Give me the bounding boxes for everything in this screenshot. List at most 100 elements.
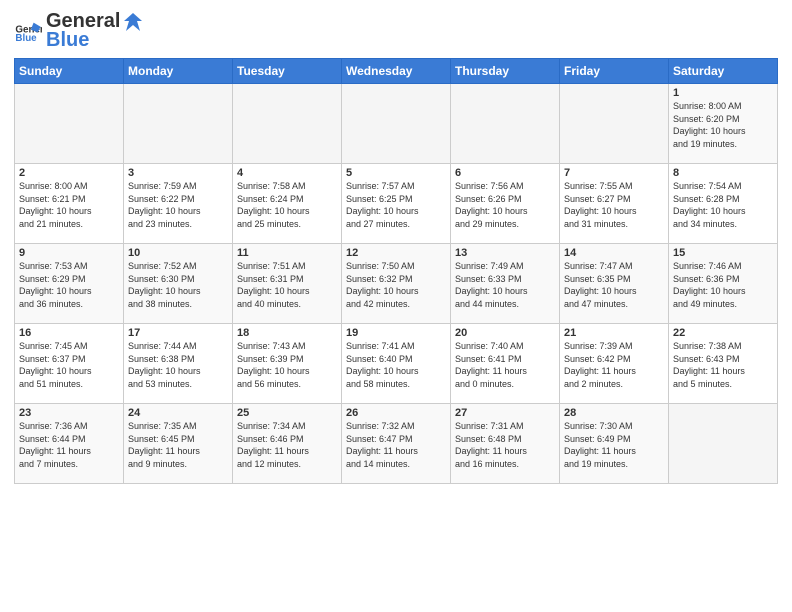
calendar-week-0: 1Sunrise: 8:00 AM Sunset: 6:20 PM Daylig…: [15, 84, 778, 164]
calendar-cell: 17Sunrise: 7:44 AM Sunset: 6:38 PM Dayli…: [124, 324, 233, 404]
day-info: Sunrise: 7:45 AM Sunset: 6:37 PM Dayligh…: [19, 340, 119, 390]
day-number: 27: [455, 407, 555, 419]
logo-text-block: General Blue: [46, 10, 146, 52]
day-number: 28: [564, 407, 664, 419]
calendar-cell: [233, 84, 342, 164]
day-number: 5: [346, 167, 446, 179]
day-number: 11: [237, 247, 337, 259]
calendar-cell: 19Sunrise: 7:41 AM Sunset: 6:40 PM Dayli…: [342, 324, 451, 404]
day-info: Sunrise: 7:35 AM Sunset: 6:45 PM Dayligh…: [128, 420, 228, 470]
calendar-cell: 11Sunrise: 7:51 AM Sunset: 6:31 PM Dayli…: [233, 244, 342, 324]
day-number: 24: [128, 407, 228, 419]
day-number: 4: [237, 167, 337, 179]
logo-icon: General Blue: [14, 17, 42, 45]
calendar-week-4: 23Sunrise: 7:36 AM Sunset: 6:44 PM Dayli…: [15, 404, 778, 484]
day-number: 3: [128, 167, 228, 179]
day-info: Sunrise: 7:49 AM Sunset: 6:33 PM Dayligh…: [455, 260, 555, 310]
day-info: Sunrise: 7:46 AM Sunset: 6:36 PM Dayligh…: [673, 260, 773, 310]
calendar-cell: 20Sunrise: 7:40 AM Sunset: 6:41 PM Dayli…: [451, 324, 560, 404]
day-number: 14: [564, 247, 664, 259]
calendar-cell: 10Sunrise: 7:52 AM Sunset: 6:30 PM Dayli…: [124, 244, 233, 324]
logo: General Blue General Blue: [14, 10, 146, 52]
day-info: Sunrise: 7:59 AM Sunset: 6:22 PM Dayligh…: [128, 180, 228, 230]
day-info: Sunrise: 7:38 AM Sunset: 6:43 PM Dayligh…: [673, 340, 773, 390]
logo-bird-icon: [122, 11, 144, 33]
day-info: Sunrise: 7:56 AM Sunset: 6:26 PM Dayligh…: [455, 180, 555, 230]
calendar-cell: 5Sunrise: 7:57 AM Sunset: 6:25 PM Daylig…: [342, 164, 451, 244]
day-info: Sunrise: 7:53 AM Sunset: 6:29 PM Dayligh…: [19, 260, 119, 310]
day-info: Sunrise: 8:00 AM Sunset: 6:21 PM Dayligh…: [19, 180, 119, 230]
calendar-cell: [15, 84, 124, 164]
calendar-cell: 18Sunrise: 7:43 AM Sunset: 6:39 PM Dayli…: [233, 324, 342, 404]
day-info: Sunrise: 7:40 AM Sunset: 6:41 PM Dayligh…: [455, 340, 555, 390]
day-info: Sunrise: 7:51 AM Sunset: 6:31 PM Dayligh…: [237, 260, 337, 310]
calendar-cell: 27Sunrise: 7:31 AM Sunset: 6:48 PM Dayli…: [451, 404, 560, 484]
header: General Blue General Blue: [14, 10, 778, 52]
calendar-cell: 14Sunrise: 7:47 AM Sunset: 6:35 PM Dayli…: [560, 244, 669, 324]
calendar-cell: 8Sunrise: 7:54 AM Sunset: 6:28 PM Daylig…: [669, 164, 778, 244]
calendar-cell: [669, 404, 778, 484]
day-number: 9: [19, 247, 119, 259]
day-header-sunday: Sunday: [15, 59, 124, 84]
day-number: 26: [346, 407, 446, 419]
day-info: Sunrise: 7:32 AM Sunset: 6:47 PM Dayligh…: [346, 420, 446, 470]
day-number: 21: [564, 327, 664, 339]
day-number: 13: [455, 247, 555, 259]
calendar-cell: 13Sunrise: 7:49 AM Sunset: 6:33 PM Dayli…: [451, 244, 560, 324]
day-header-tuesday: Tuesday: [233, 59, 342, 84]
day-number: 12: [346, 247, 446, 259]
day-info: Sunrise: 7:41 AM Sunset: 6:40 PM Dayligh…: [346, 340, 446, 390]
calendar-week-2: 9Sunrise: 7:53 AM Sunset: 6:29 PM Daylig…: [15, 244, 778, 324]
day-info: Sunrise: 7:50 AM Sunset: 6:32 PM Dayligh…: [346, 260, 446, 310]
calendar-cell: 3Sunrise: 7:59 AM Sunset: 6:22 PM Daylig…: [124, 164, 233, 244]
day-info: Sunrise: 7:30 AM Sunset: 6:49 PM Dayligh…: [564, 420, 664, 470]
calendar-cell: 7Sunrise: 7:55 AM Sunset: 6:27 PM Daylig…: [560, 164, 669, 244]
day-info: Sunrise: 7:57 AM Sunset: 6:25 PM Dayligh…: [346, 180, 446, 230]
day-info: Sunrise: 7:43 AM Sunset: 6:39 PM Dayligh…: [237, 340, 337, 390]
day-info: Sunrise: 7:55 AM Sunset: 6:27 PM Dayligh…: [564, 180, 664, 230]
calendar-cell: 4Sunrise: 7:58 AM Sunset: 6:24 PM Daylig…: [233, 164, 342, 244]
calendar-cell: [560, 84, 669, 164]
calendar-cell: 23Sunrise: 7:36 AM Sunset: 6:44 PM Dayli…: [15, 404, 124, 484]
main-container: General Blue General Blue SundayMonda: [0, 0, 792, 490]
calendar-cell: 1Sunrise: 8:00 AM Sunset: 6:20 PM Daylig…: [669, 84, 778, 164]
day-info: Sunrise: 8:00 AM Sunset: 6:20 PM Dayligh…: [673, 100, 773, 150]
calendar-cell: 16Sunrise: 7:45 AM Sunset: 6:37 PM Dayli…: [15, 324, 124, 404]
day-info: Sunrise: 7:39 AM Sunset: 6:42 PM Dayligh…: [564, 340, 664, 390]
day-header-monday: Monday: [124, 59, 233, 84]
day-number: 20: [455, 327, 555, 339]
day-info: Sunrise: 7:47 AM Sunset: 6:35 PM Dayligh…: [564, 260, 664, 310]
calendar-cell: [451, 84, 560, 164]
calendar-cell: 25Sunrise: 7:34 AM Sunset: 6:46 PM Dayli…: [233, 404, 342, 484]
day-number: 15: [673, 247, 773, 259]
calendar-cell: [342, 84, 451, 164]
calendar-cell: 28Sunrise: 7:30 AM Sunset: 6:49 PM Dayli…: [560, 404, 669, 484]
day-number: 18: [237, 327, 337, 339]
day-number: 23: [19, 407, 119, 419]
day-number: 17: [128, 327, 228, 339]
day-header-friday: Friday: [560, 59, 669, 84]
calendar-cell: [124, 84, 233, 164]
day-header-saturday: Saturday: [669, 59, 778, 84]
day-number: 6: [455, 167, 555, 179]
day-number: 16: [19, 327, 119, 339]
day-number: 7: [564, 167, 664, 179]
day-info: Sunrise: 7:54 AM Sunset: 6:28 PM Dayligh…: [673, 180, 773, 230]
day-info: Sunrise: 7:36 AM Sunset: 6:44 PM Dayligh…: [19, 420, 119, 470]
calendar-cell: 21Sunrise: 7:39 AM Sunset: 6:42 PM Dayli…: [560, 324, 669, 404]
day-header-thursday: Thursday: [451, 59, 560, 84]
day-header-wednesday: Wednesday: [342, 59, 451, 84]
day-number: 25: [237, 407, 337, 419]
calendar-cell: 6Sunrise: 7:56 AM Sunset: 6:26 PM Daylig…: [451, 164, 560, 244]
day-number: 10: [128, 247, 228, 259]
day-info: Sunrise: 7:44 AM Sunset: 6:38 PM Dayligh…: [128, 340, 228, 390]
calendar-cell: 24Sunrise: 7:35 AM Sunset: 6:45 PM Dayli…: [124, 404, 233, 484]
day-info: Sunrise: 7:58 AM Sunset: 6:24 PM Dayligh…: [237, 180, 337, 230]
day-number: 1: [673, 87, 773, 99]
calendar-week-1: 2Sunrise: 8:00 AM Sunset: 6:21 PM Daylig…: [15, 164, 778, 244]
calendar-cell: 2Sunrise: 8:00 AM Sunset: 6:21 PM Daylig…: [15, 164, 124, 244]
calendar-cell: 9Sunrise: 7:53 AM Sunset: 6:29 PM Daylig…: [15, 244, 124, 324]
calendar-cell: 26Sunrise: 7:32 AM Sunset: 6:47 PM Dayli…: [342, 404, 451, 484]
calendar-cell: 22Sunrise: 7:38 AM Sunset: 6:43 PM Dayli…: [669, 324, 778, 404]
day-info: Sunrise: 7:34 AM Sunset: 6:46 PM Dayligh…: [237, 420, 337, 470]
